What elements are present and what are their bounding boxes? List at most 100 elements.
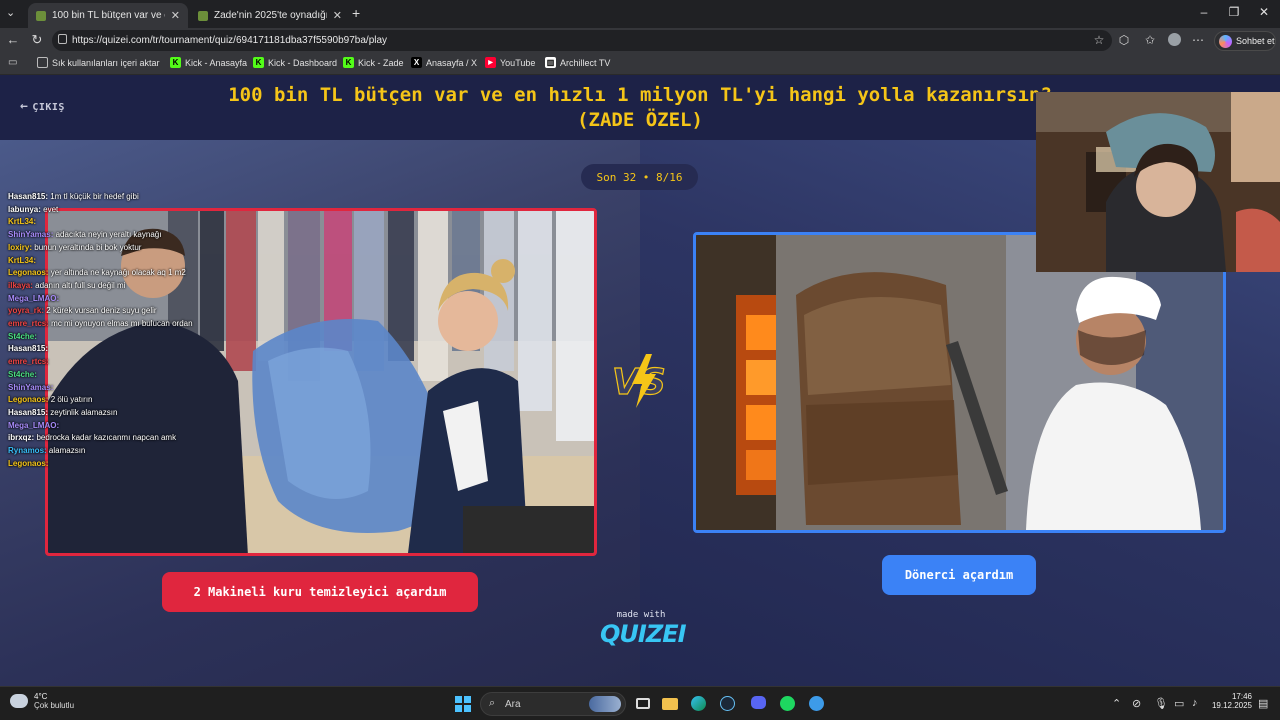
chat-username: Legonaos: bbox=[8, 395, 49, 405]
favorite-star-icon[interactable]: ☆ bbox=[1091, 33, 1107, 47]
exit-label: ÇIKIŞ bbox=[32, 102, 65, 113]
bookmark-archillect[interactable]: ▥ Archillect TV bbox=[545, 57, 610, 68]
extensions-icon[interactable]: ⬡ bbox=[1116, 33, 1132, 47]
kick-icon: K bbox=[170, 57, 181, 68]
chat-message: ShinYamas: adacıkta neyin yeraltı kaynağ… bbox=[8, 229, 208, 242]
bookmark-kick-home[interactable]: K Kick - Anasayfa bbox=[170, 57, 247, 68]
edge-browser-icon[interactable] bbox=[691, 696, 709, 712]
windows-start-icon[interactable] bbox=[455, 696, 473, 712]
chat-username: Hasan815: bbox=[8, 407, 49, 417]
tab-title: Zade'nin 2025'te oynadığı oyunlar bbox=[214, 10, 327, 21]
weather-widget[interactable]: 4°C Çok bulutlu bbox=[10, 692, 74, 710]
choice-button-right[interactable]: Dönerci açardım bbox=[882, 555, 1036, 595]
taskbar-search[interactable]: ⌕ Ara bbox=[480, 692, 626, 716]
bookmark-import[interactable]: Sık kullanılanları içeri aktar bbox=[37, 57, 160, 68]
option-card-right[interactable] bbox=[693, 232, 1226, 533]
chat-message: Hasan815: 1m tl küçük bir hedef gibi bbox=[8, 191, 208, 204]
chat-message: Mega_LMAO: bbox=[8, 293, 208, 306]
chat-text: adanın altı full su değil mi bbox=[35, 280, 126, 290]
made-with-quizei[interactable]: made with QUIZEI bbox=[600, 610, 687, 648]
monitor-icon[interactable]: ▭ bbox=[1174, 697, 1184, 710]
chat-message: Legonaos: yer altında ne kaynağı olacak … bbox=[8, 267, 208, 280]
quiz-title-line1: 100 bin TL bütçen var ve en hızlı 1 mily… bbox=[228, 84, 1052, 106]
weather-temp: 4°C bbox=[34, 692, 48, 701]
chat-message: ibrxqz: bedrocka kadar kazıcanmı napcan … bbox=[8, 432, 208, 445]
chat-message: St4che: bbox=[8, 331, 208, 344]
chat-username: emre_rtcs: bbox=[8, 319, 49, 329]
exit-button[interactable]: ← ÇIKIŞ bbox=[20, 99, 65, 114]
close-window-icon[interactable]: ✕ bbox=[1254, 5, 1274, 19]
choice-button-left[interactable]: 2 Makineli kuru temizleyici açardım bbox=[162, 572, 478, 612]
microphone-icon[interactable]: 🎙︎ bbox=[1154, 697, 1168, 710]
streamer-webcam bbox=[1036, 92, 1280, 272]
back-icon[interactable]: ← bbox=[4, 32, 22, 47]
chat-text: bunun yeraltında bi bok yoktur bbox=[34, 242, 142, 252]
chat-message: loxiry: bunun yeraltında bi bok yoktur bbox=[8, 242, 208, 255]
chat-username: KrtL34: bbox=[8, 255, 37, 265]
url-text: https://quizei.com/tr/tournament/quiz/69… bbox=[72, 35, 388, 46]
tab-list-button[interactable]: ⌄ bbox=[6, 6, 15, 19]
chat-text: alamazsın bbox=[48, 446, 86, 456]
more-menu-icon[interactable]: ⋯ bbox=[1190, 33, 1206, 47]
chat-text: 2 ölü yatırın bbox=[50, 395, 93, 405]
chat-message: Hasan815: bbox=[8, 343, 208, 356]
round-badge: Son 32 • 8/16 bbox=[581, 164, 698, 190]
chat-text: yer altında ne kaynağı olacak aq 1 m2 bbox=[50, 268, 186, 278]
chat-message: ShinYamas: bbox=[8, 382, 208, 395]
discord-icon[interactable] bbox=[751, 696, 769, 712]
new-tab-icon[interactable]: + bbox=[352, 5, 360, 21]
chat-text: 2 kürek vursan deniz suyu gelir bbox=[46, 306, 157, 316]
close-tab-icon[interactable]: ✕ bbox=[171, 9, 180, 22]
bookmark-youtube[interactable]: ▶ YouTube bbox=[485, 57, 535, 68]
close-tab-icon[interactable]: ✕ bbox=[333, 9, 342, 22]
chat-username: loxiry: bbox=[8, 242, 33, 252]
app-icon[interactable] bbox=[809, 696, 827, 712]
x-icon: X bbox=[411, 57, 422, 68]
bookmark-label: Kick - Dashboard bbox=[268, 57, 338, 68]
chat-message: Mega_LMAO: bbox=[8, 420, 208, 433]
chat-username: Rynamos: bbox=[8, 446, 47, 456]
weather-desc: Çok bulutlu bbox=[34, 701, 75, 710]
reload-icon[interactable]: ↻ bbox=[28, 32, 46, 48]
restore-icon[interactable]: ❐ bbox=[1224, 5, 1244, 19]
youtube-icon: ▶ bbox=[485, 57, 496, 68]
chat-username: KrtL34: bbox=[8, 217, 37, 227]
favorites-icon[interactable]: ✩ bbox=[1142, 33, 1158, 47]
bookmark-kick-zade[interactable]: K Kick - Zade bbox=[343, 57, 404, 68]
minimize-icon[interactable]: – bbox=[1194, 5, 1214, 19]
copilot-chat-button[interactable]: Sohbet et bbox=[1214, 31, 1276, 51]
tray-overflow-icon[interactable]: ⌃ bbox=[1112, 697, 1121, 710]
notification-icon[interactable]: ▤ bbox=[1258, 697, 1268, 710]
task-view-icon[interactable] bbox=[636, 696, 654, 712]
chat-text: zeytinlik alamazsın bbox=[50, 407, 118, 417]
chat-message: yoyra_rk: 2 kürek vursan deniz suyu geli… bbox=[8, 305, 208, 318]
chat-message: emre_rtcs: mc mi oynuyon elmas mı buluca… bbox=[8, 318, 208, 331]
network-off-icon[interactable]: ⊘ bbox=[1132, 697, 1141, 710]
bookmark-label: Archillect TV bbox=[560, 57, 611, 68]
site-info-icon[interactable] bbox=[58, 34, 67, 44]
steam-icon[interactable] bbox=[720, 696, 738, 712]
chat-username: ShinYamas: bbox=[8, 230, 54, 240]
profile-avatar-icon[interactable] bbox=[1166, 33, 1182, 49]
bookmark-kick-dashboard[interactable]: K Kick - Dashboard bbox=[253, 57, 337, 68]
chat-username: Legonaos: bbox=[8, 268, 49, 278]
spotify-icon[interactable] bbox=[780, 696, 798, 712]
weather-cloud-icon bbox=[10, 694, 28, 708]
chat-username: ibrxqz: bbox=[8, 433, 35, 443]
address-bar[interactable]: https://quizei.com/tr/tournament/quiz/69… bbox=[52, 30, 1112, 51]
chat-text: 1m tl küçük bir hedef gibi bbox=[50, 192, 139, 201]
clock-time: 17:46 bbox=[1231, 692, 1252, 701]
tab-games[interactable]: Zade'nin 2025'te oynadığı oyunlar ✕ bbox=[190, 3, 350, 28]
volume-icon[interactable]: ♪ bbox=[1192, 697, 1198, 709]
sidebar-toggle-icon[interactable]: ▭ bbox=[8, 57, 17, 68]
file-explorer-icon[interactable] bbox=[662, 696, 680, 712]
chat-message: ilkaya: adanın altı full su değil mi bbox=[8, 280, 208, 293]
tab-strip: ⌄ 100 bin TL bütçen var ve en hızlı 1 ✕ … bbox=[0, 0, 1280, 28]
chat-message: labunya: evet bbox=[8, 204, 208, 217]
folder-icon bbox=[37, 57, 48, 68]
tab-quiz[interactable]: 100 bin TL bütçen var ve en hızlı 1 ✕ bbox=[28, 3, 188, 28]
chat-text: adacıkta neyin yeraltı kaynağı bbox=[55, 230, 162, 240]
chat-message: emre_rtcs: bbox=[8, 356, 208, 369]
bookmark-x[interactable]: X Anasayfa / X bbox=[411, 57, 477, 68]
clock[interactable]: 17:46 19.12.2025 bbox=[1210, 692, 1252, 710]
